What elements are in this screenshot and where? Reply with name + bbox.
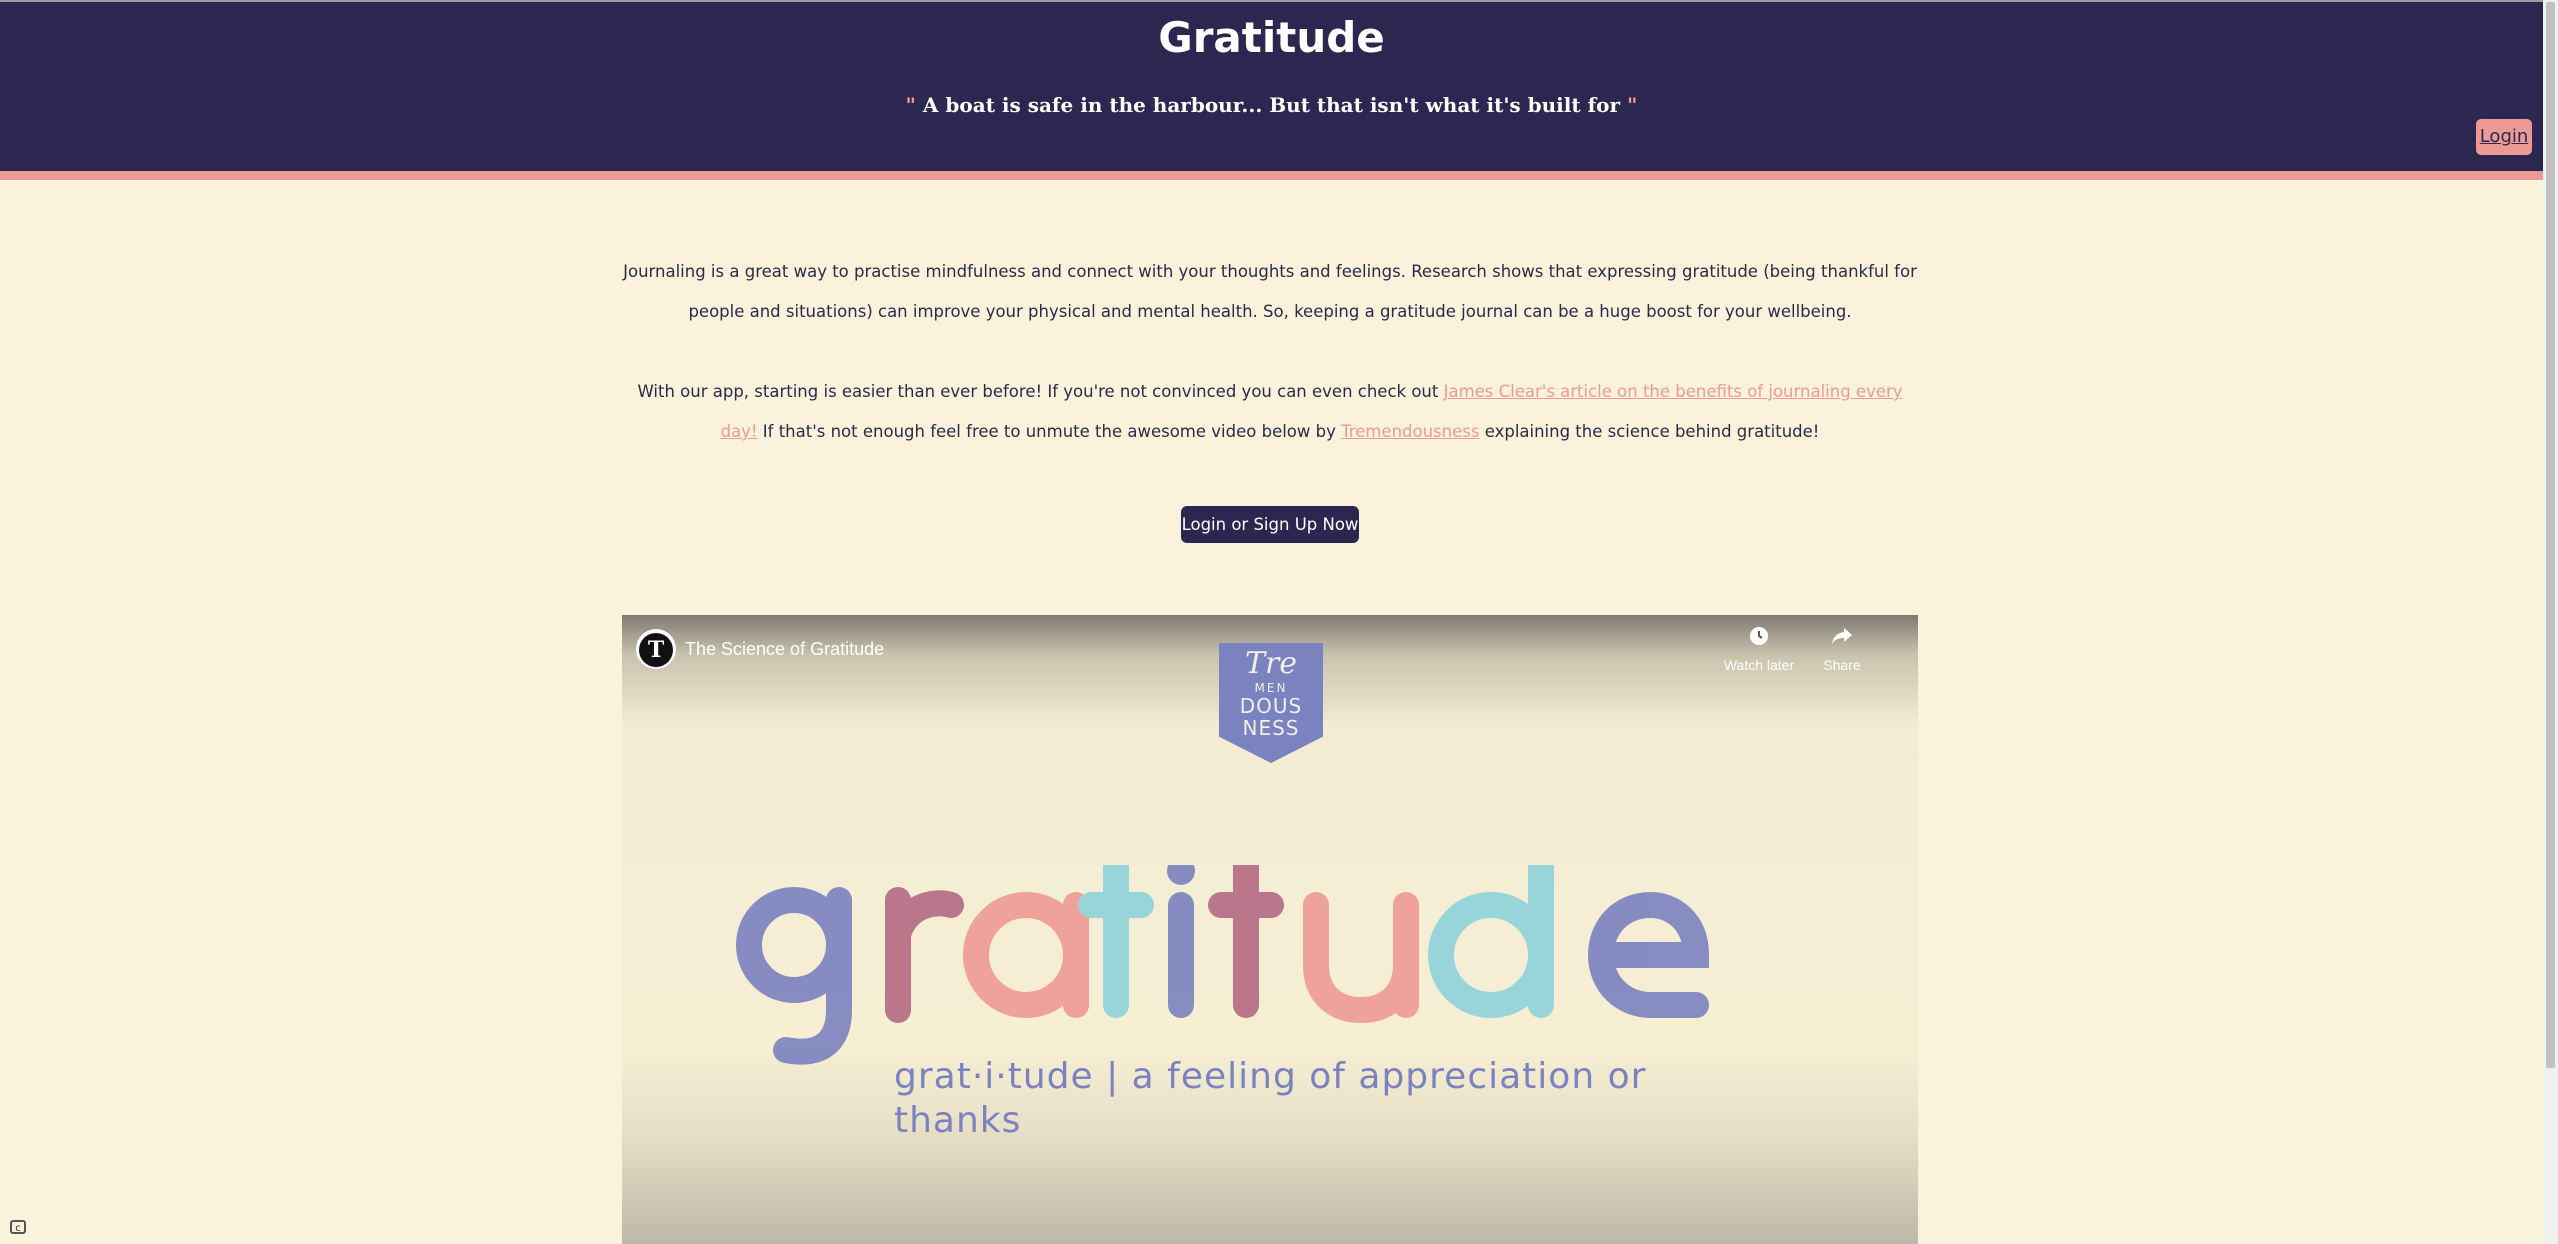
clock-icon <box>1719 625 1799 654</box>
video-embed[interactable]: T The Science of Gratitude Watch later S… <box>622 615 1918 1244</box>
quote-close-mark: " <box>1627 93 1638 117</box>
channel-avatar[interactable]: T <box>636 629 676 669</box>
cookie-settings-icon[interactable]: c <box>10 1220 26 1234</box>
intro-text: Journaling is a great way to practise mi… <box>620 252 1920 492</box>
quote-open-mark: " <box>905 93 916 117</box>
intro-p2-before: With our app, starting is easier than ev… <box>637 382 1444 401</box>
tremendousness-link[interactable]: Tremendousness <box>1341 422 1479 441</box>
video-title[interactable]: The Science of Gratitude <box>685 637 884 661</box>
site-title: Gratitude <box>1158 13 1385 62</box>
intro-p2-after: explaining the science behind gratitude! <box>1479 422 1820 441</box>
channel-initial: T <box>639 633 673 667</box>
share-label: Share <box>1823 657 1861 673</box>
site-header: Gratitude " A boat is safe in the harbou… <box>0 0 2543 180</box>
header-quote: " A boat is safe in the harbour... But t… <box>0 90 2543 120</box>
intro-paragraph-2: With our app, starting is easier than ev… <box>620 372 1920 452</box>
login-button[interactable]: Login <box>2476 119 2532 155</box>
watch-later-button[interactable]: Watch later <box>1719 625 1799 676</box>
quote-text: A boat is safe in the harbour... But tha… <box>915 93 1628 117</box>
gratitude-wordmark <box>736 865 1710 1065</box>
watch-later-label: Watch later <box>1723 657 1795 673</box>
share-button[interactable]: Share <box>1802 625 1882 676</box>
gratitude-definition: grat·i·tude | a feeling of appreciation … <box>894 1056 1647 1141</box>
tremendousness-logo: Tre MEN DOUS NESS <box>1219 643 1323 763</box>
page-scrollbar-thumb[interactable] <box>2546 2 2555 1068</box>
login-signup-button[interactable]: Login or Sign Up Now <box>1181 506 1359 543</box>
share-arrow-icon <box>1802 625 1882 654</box>
intro-p2-middle: If that's not enough feel free to unmute… <box>757 422 1342 441</box>
intro-paragraph-1: Journaling is a great way to practise mi… <box>623 262 1917 321</box>
